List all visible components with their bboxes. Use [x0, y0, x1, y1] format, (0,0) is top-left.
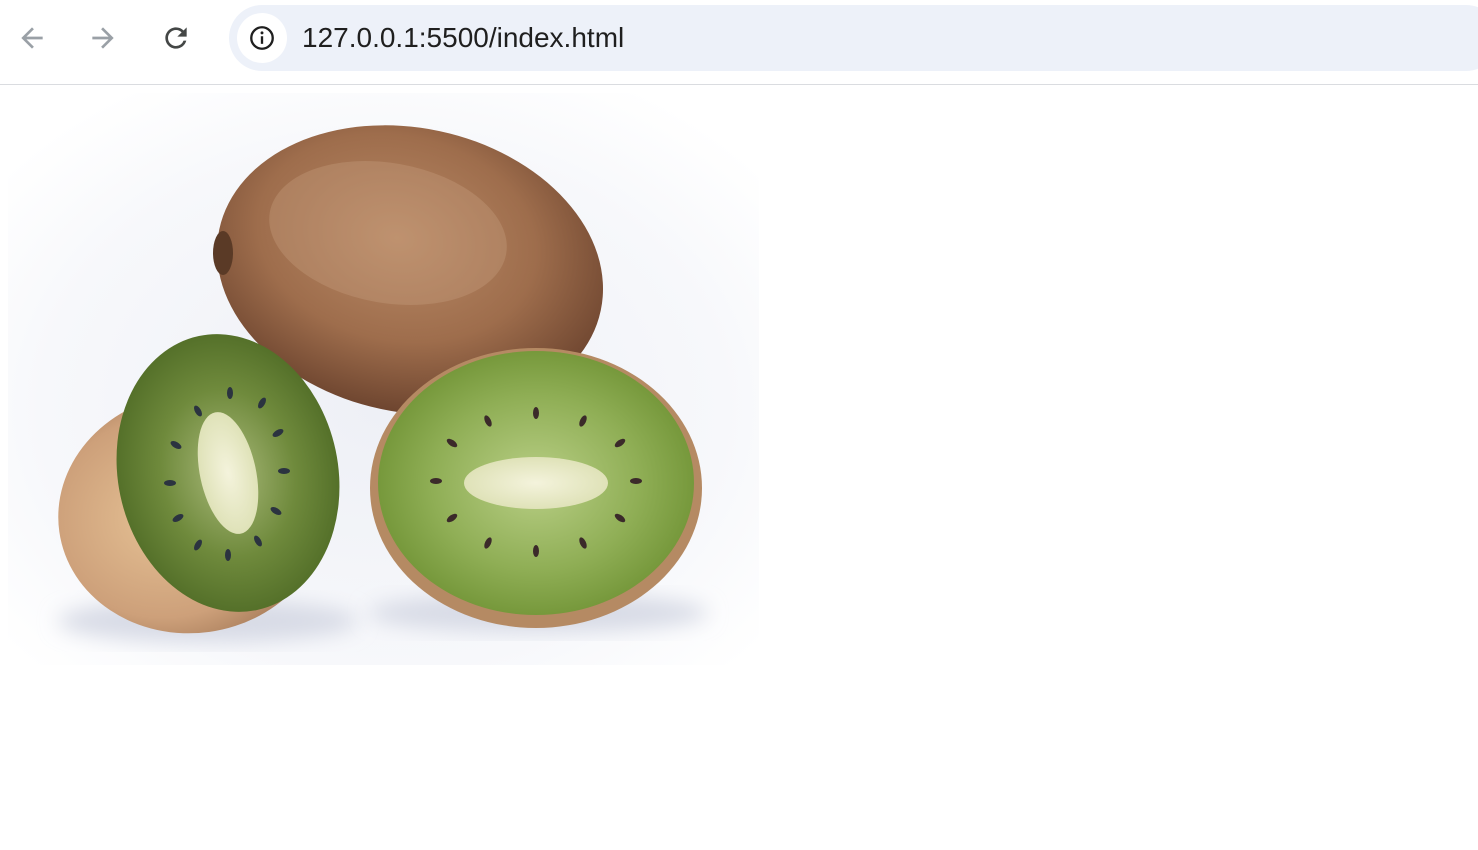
- site-info-button[interactable]: [237, 13, 287, 63]
- browser-toolbar: 127.0.0.1:5500/index.html: [0, 0, 1478, 85]
- reload-icon: [165, 27, 187, 49]
- arrow-right-icon: [92, 27, 114, 49]
- arrow-left-icon: [21, 27, 43, 49]
- info-icon: [250, 26, 274, 50]
- page-viewport: [0, 85, 1478, 850]
- reload-button[interactable]: [152, 14, 200, 62]
- forward-button[interactable]: [79, 14, 127, 62]
- address-bar[interactable]: 127.0.0.1:5500/index.html: [229, 5, 1478, 71]
- kiwi-fruit-image: [8, 93, 759, 665]
- back-button[interactable]: [8, 14, 56, 62]
- right-half-kiwi: [370, 348, 702, 628]
- url-text[interactable]: 127.0.0.1:5500/index.html: [302, 5, 624, 71]
